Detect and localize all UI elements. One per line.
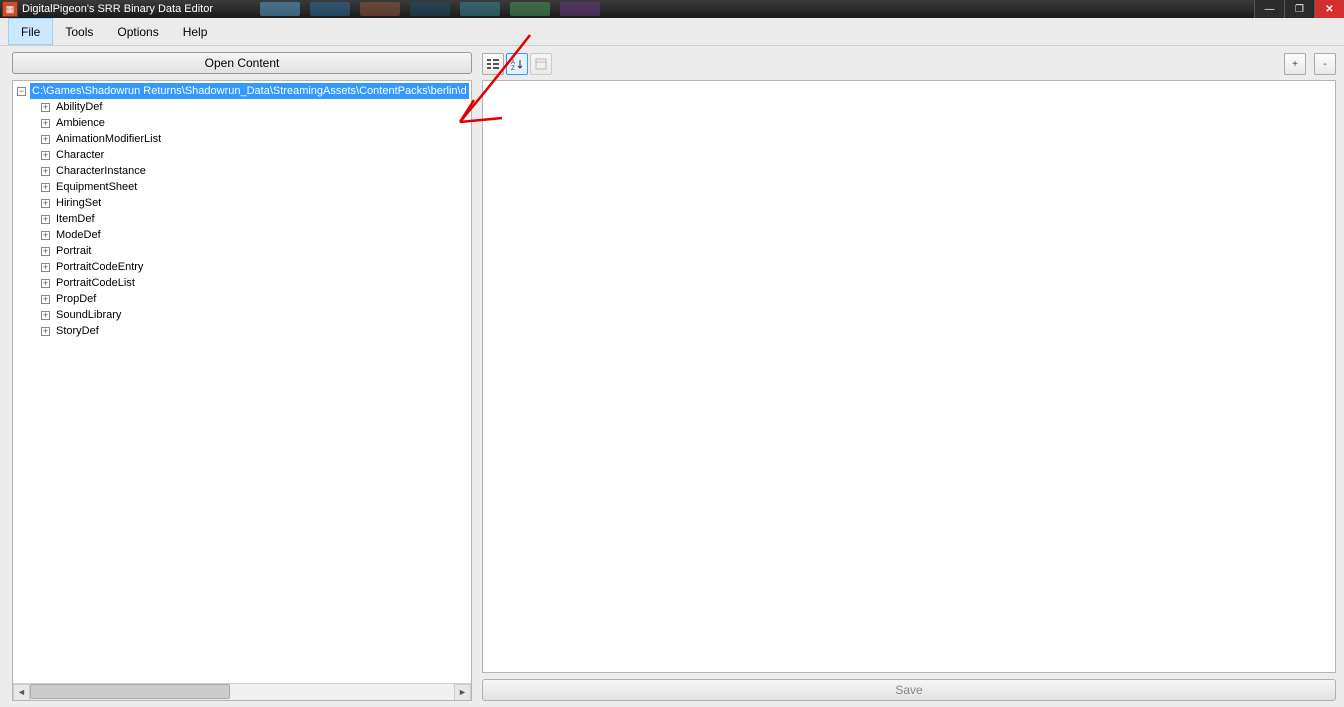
app-icon: ▦ — [2, 1, 18, 17]
left-panel: Open Content − C:\Games\Shadowrun Return… — [0, 46, 478, 707]
tree-item[interactable]: +AnimationModifierList — [17, 131, 471, 147]
expand-icon[interactable]: + — [41, 183, 50, 192]
expand-icon[interactable]: + — [41, 279, 50, 288]
expand-icon[interactable]: + — [41, 295, 50, 304]
add-button[interactable]: + — [1284, 53, 1306, 75]
tree-item[interactable]: +CharacterInstance — [17, 163, 471, 179]
titlebar-decoration — [260, 0, 600, 18]
tree-item[interactable]: +HiringSet — [17, 195, 471, 211]
expand-icon[interactable]: + — [41, 247, 50, 256]
categorized-icon — [487, 58, 499, 70]
horizontal-scrollbar[interactable]: ◄ ► — [13, 683, 471, 700]
collapse-icon[interactable]: − — [17, 87, 26, 96]
property-pages-button[interactable] — [530, 53, 552, 75]
expand-icon[interactable]: + — [41, 263, 50, 272]
tree-root-label: C:\Games\Shadowrun Returns\Shadowrun_Dat… — [30, 83, 469, 99]
tree-root[interactable]: − C:\Games\Shadowrun Returns\Shadowrun_D… — [17, 83, 471, 99]
close-button[interactable]: ✕ — [1314, 0, 1344, 18]
tree-item[interactable]: +AbilityDef — [17, 99, 471, 115]
minimize-button[interactable]: — — [1254, 0, 1284, 18]
tree-view[interactable]: − C:\Games\Shadowrun Returns\Shadowrun_D… — [12, 80, 472, 701]
titlebar: ▦ DigitalPigeon's SRR Binary Data Editor… — [0, 0, 1344, 18]
svg-text:Z: Z — [511, 66, 515, 70]
window-buttons: — ❐ ✕ — [1254, 0, 1344, 18]
tree-item[interactable]: +PortraitCodeEntry — [17, 259, 471, 275]
scroll-thumb[interactable] — [30, 684, 230, 699]
save-button[interactable]: Save — [482, 679, 1336, 701]
tree-item[interactable]: +PortraitCodeList — [17, 275, 471, 291]
tree-item[interactable]: +Ambience — [17, 115, 471, 131]
menubar: File Tools Options Help — [0, 18, 1344, 46]
window-title: DigitalPigeon's SRR Binary Data Editor — [22, 3, 1254, 15]
alphabetical-view-button[interactable]: AZ — [506, 53, 528, 75]
expand-icon[interactable]: + — [41, 327, 50, 336]
expand-icon[interactable]: + — [41, 167, 50, 176]
expand-icon[interactable]: + — [41, 199, 50, 208]
tree-item[interactable]: +PropDef — [17, 291, 471, 307]
tree-item[interactable]: +SoundLibrary — [17, 307, 471, 323]
expand-icon[interactable]: + — [41, 119, 50, 128]
expand-icon[interactable]: + — [41, 215, 50, 224]
scroll-left-icon[interactable]: ◄ — [13, 684, 30, 701]
maximize-button[interactable]: ❐ — [1284, 0, 1314, 18]
pages-icon — [535, 58, 547, 70]
tree-item[interactable]: +StoryDef — [17, 323, 471, 339]
scroll-right-icon[interactable]: ► — [454, 684, 471, 701]
open-content-button[interactable]: Open Content — [12, 52, 472, 74]
sort-az-icon: AZ — [511, 58, 523, 70]
expand-icon[interactable]: + — [41, 135, 50, 144]
remove-button[interactable]: - — [1314, 53, 1336, 75]
tree-item[interactable]: +Portrait — [17, 243, 471, 259]
tree-item[interactable]: +EquipmentSheet — [17, 179, 471, 195]
menu-help[interactable]: Help — [171, 18, 220, 45]
menu-options[interactable]: Options — [105, 18, 170, 45]
property-grid[interactable] — [482, 80, 1336, 673]
right-panel: AZ + - Save — [478, 46, 1344, 707]
expand-icon[interactable]: + — [41, 231, 50, 240]
tree-item[interactable]: +Character — [17, 147, 471, 163]
tree-item[interactable]: +ModeDef — [17, 227, 471, 243]
expand-icon[interactable]: + — [41, 103, 50, 112]
menu-file[interactable]: File — [8, 18, 53, 45]
categorized-view-button[interactable] — [482, 53, 504, 75]
tree-item[interactable]: +ItemDef — [17, 211, 471, 227]
expand-icon[interactable]: + — [41, 151, 50, 160]
expand-icon[interactable]: + — [41, 311, 50, 320]
property-toolbar: AZ + - — [482, 52, 1336, 76]
scroll-track[interactable] — [30, 684, 454, 701]
main-content: Open Content − C:\Games\Shadowrun Return… — [0, 46, 1344, 707]
menu-tools[interactable]: Tools — [53, 18, 105, 45]
